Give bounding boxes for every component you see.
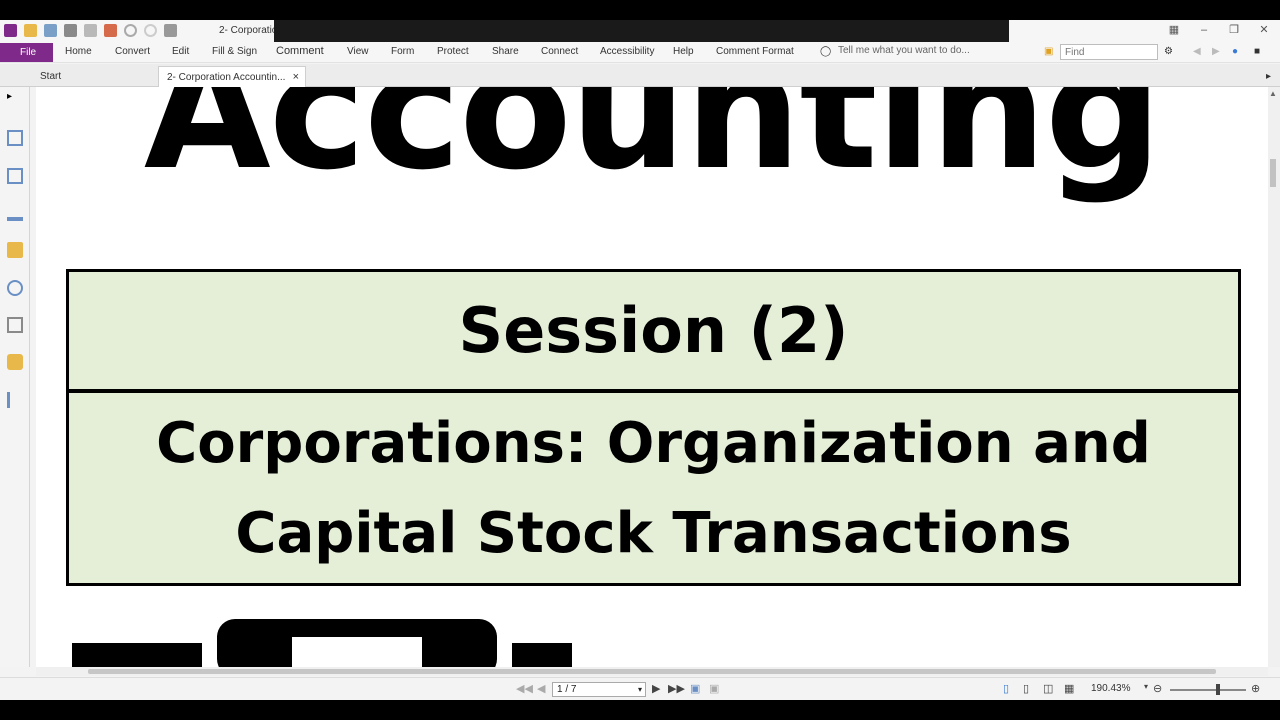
page-thumbnails-icon[interactable]: [7, 168, 23, 184]
menu-comment[interactable]: Comment: [276, 45, 324, 57]
restore-button[interactable]: ❐: [1226, 23, 1242, 37]
zoom-out-icon[interactable]: ⊖: [1153, 682, 1162, 695]
menu-view[interactable]: View: [347, 46, 369, 57]
menu-form[interactable]: Form: [391, 46, 414, 57]
window-title: 2- Corporation Accounting: [219, 25, 275, 36]
menu-comment-format[interactable]: Comment Format: [716, 46, 794, 57]
menu-convert[interactable]: Convert: [115, 46, 150, 57]
menu-connect[interactable]: Connect: [541, 46, 578, 57]
new-document-icon[interactable]: [104, 24, 117, 37]
tab-scroll-icon[interactable]: ▸: [1266, 66, 1280, 87]
notification-bell-icon[interactable]: ●: [1232, 46, 1238, 57]
previous-page-icon[interactable]: ◀: [537, 682, 545, 695]
bookmark-icon[interactable]: [7, 130, 23, 146]
screen-icon[interactable]: [84, 24, 97, 37]
page-heading: Accounting: [143, 87, 1162, 206]
zoom-slider[interactable]: [1170, 689, 1246, 691]
tell-me-search[interactable]: Tell me what you want to do...: [838, 45, 970, 56]
status-bar: ◀◀ ◀ 1 / 7 ▾ ▶ ▶▶ ▣ ▣ ▯ ▯ ◫ ▦ 190.43% ▾ …: [0, 677, 1280, 700]
layers-icon[interactable]: [7, 205, 23, 221]
signatures-icon[interactable]: [7, 317, 23, 333]
ribbon-options-icon[interactable]: ▦: [1166, 23, 1182, 37]
last-page-icon[interactable]: ▶▶: [668, 682, 685, 695]
expand-panel-icon[interactable]: ▸: [7, 91, 23, 107]
tab-start[interactable]: Start: [32, 66, 157, 87]
attachments-icon[interactable]: [7, 280, 23, 296]
scroll-up-icon[interactable]: ▲: [1269, 89, 1277, 98]
close-button[interactable]: ✕: [1256, 23, 1272, 37]
menu-home[interactable]: Home: [65, 46, 92, 57]
undo-icon[interactable]: [124, 24, 137, 37]
menu-accessibility[interactable]: Accessibility: [600, 46, 654, 57]
minimize-button[interactable]: –: [1196, 23, 1212, 37]
session-title: Session (2): [458, 294, 849, 367]
continuous-facing-icon[interactable]: ▦: [1064, 682, 1074, 695]
user-avatar-icon[interactable]: ■: [1254, 46, 1260, 57]
page-number-field[interactable]: 1 / 7 ▾: [552, 682, 646, 697]
content-tool-icon[interactable]: [7, 392, 23, 408]
settings-icon[interactable]: ⚙: [1164, 46, 1173, 57]
redo-icon[interactable]: [144, 24, 157, 37]
horizontal-scroll-thumb[interactable]: [88, 669, 1216, 674]
document-tab-bar: Start 2- Corporation Accountin... × ▸: [0, 64, 1280, 87]
app-logo-icon: [4, 24, 17, 37]
topic-line-2: Capital Stock Transactions: [235, 501, 1072, 566]
tab-document-label: 2- Corporation Accountin...: [167, 72, 286, 83]
page-number-value: 1 / 7: [557, 684, 577, 695]
print-icon[interactable]: [64, 24, 77, 37]
first-page-icon[interactable]: ◀◀: [516, 682, 533, 695]
menu-fill-sign[interactable]: Fill & Sign: [212, 46, 257, 57]
horizontal-scrollbar[interactable]: [36, 667, 1268, 676]
vertical-scroll-thumb[interactable]: [1270, 159, 1276, 187]
next-page-icon[interactable]: ▶: [652, 682, 660, 695]
zoom-slider-handle[interactable]: [1216, 684, 1220, 695]
topic-box: Corporations: Organization and Capital S…: [66, 390, 1241, 586]
title-bar-overlay: [274, 20, 1009, 42]
document-viewport[interactable]: Accounting Session (2) Corporations: Org…: [36, 87, 1268, 667]
previous-view-icon[interactable]: ▣: [690, 682, 700, 695]
single-page-icon[interactable]: ▯: [1003, 682, 1009, 695]
security-lock-icon[interactable]: [7, 354, 23, 370]
page-dropdown-icon[interactable]: ▾: [638, 683, 642, 696]
save-icon[interactable]: [44, 24, 57, 37]
next-heading-fragment: [72, 619, 572, 667]
session-box: Session (2): [66, 269, 1241, 392]
hand-tool-icon[interactable]: [164, 24, 177, 37]
open-folder-icon[interactable]: [24, 24, 37, 37]
file-menu[interactable]: File: [0, 43, 53, 62]
zoom-dropdown-icon[interactable]: ▾: [1144, 682, 1148, 691]
topic-line-1: Corporations: Organization and: [156, 411, 1151, 476]
forward-icon[interactable]: ▶: [1212, 46, 1220, 57]
facing-pages-icon[interactable]: ◫: [1043, 682, 1053, 695]
vertical-scrollbar[interactable]: ▲: [1268, 87, 1280, 667]
next-view-icon[interactable]: ▣: [709, 682, 719, 695]
comments-icon[interactable]: [7, 242, 23, 258]
tab-start-label: Start: [40, 71, 62, 82]
folder-search-icon[interactable]: ▣: [1044, 46, 1053, 57]
zoom-in-icon[interactable]: ⊕: [1251, 682, 1260, 695]
find-input[interactable]: [1060, 44, 1158, 60]
menu-protect[interactable]: Protect: [437, 46, 469, 57]
lightbulb-icon: ◯: [820, 46, 832, 57]
menu-share[interactable]: Share: [492, 46, 519, 57]
tab-close-icon[interactable]: ×: [293, 67, 299, 88]
menu-help[interactable]: Help: [673, 46, 694, 57]
pdf-editor-window: 2- Corporation Accounting ▦ – ❐ ✕ File H…: [0, 20, 1280, 700]
title-bar: 2- Corporation Accounting ▦ – ❐ ✕: [0, 20, 1280, 42]
tab-document[interactable]: 2- Corporation Accountin... ×: [158, 66, 306, 87]
navigation-panel: ▸: [0, 87, 30, 667]
ribbon-menu: File Home Convert Edit Fill & Sign Comme…: [0, 42, 1280, 63]
menu-edit[interactable]: Edit: [172, 46, 189, 57]
back-icon[interactable]: ◀: [1193, 46, 1201, 57]
continuous-page-icon[interactable]: ▯: [1023, 682, 1029, 695]
zoom-level[interactable]: 190.43%: [1091, 683, 1130, 694]
